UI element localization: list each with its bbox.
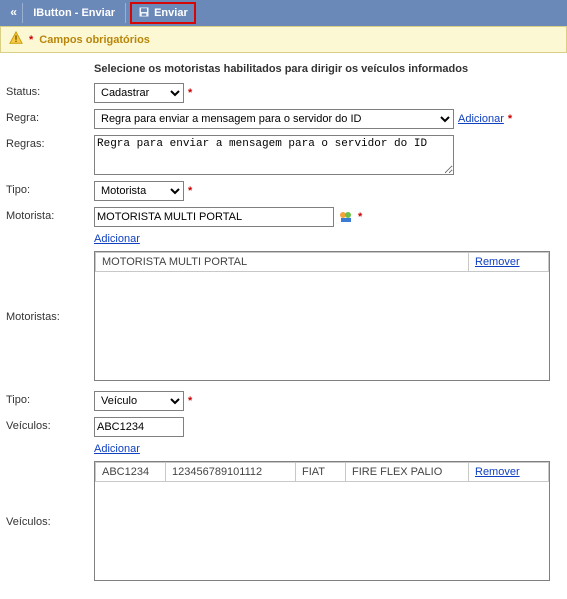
veiculos-listbox: ABC1234 123456789101112 FIAT FIRE FLEX P… [94, 461, 550, 581]
motoristas-list-label: Motoristas: [6, 251, 94, 323]
tipo2-select[interactable]: Veículo [94, 391, 184, 411]
veiculos-list-label: Veículos: [6, 461, 94, 528]
motorista-name-cell: MOTORISTA MULTI PORTAL [96, 253, 469, 272]
required-marker: * [188, 395, 192, 407]
required-asterisk: * [29, 34, 33, 46]
tipo1-select[interactable]: Motorista [94, 181, 184, 201]
required-text: Campos obrigatórios [39, 34, 150, 46]
veiculos-input[interactable] [94, 417, 184, 437]
motorista-add-link[interactable]: Adicionar [94, 233, 561, 245]
required-marker: * [358, 211, 362, 223]
veiculo-code-cell: 123456789101112 [166, 463, 296, 482]
table-row: ABC1234 123456789101112 FIAT FIRE FLEX P… [96, 463, 549, 482]
status-label: Status: [6, 83, 94, 98]
required-marker: * [188, 185, 192, 197]
veiculo-model-cell: FIRE FLEX PALIO [346, 463, 469, 482]
remove-link[interactable]: Remover [475, 466, 520, 478]
motoristas-listbox: MOTORISTA MULTI PORTAL Remover [94, 251, 550, 381]
veiculos-input-label: Veículos: [6, 417, 94, 432]
lookup-icon[interactable] [338, 209, 354, 225]
tipo1-label: Tipo: [6, 181, 94, 196]
toolbar-title: IButton - Enviar [27, 3, 126, 23]
veiculos-add-link[interactable]: Adicionar [94, 443, 561, 455]
table-row: MOTORISTA MULTI PORTAL Remover [96, 253, 549, 272]
warning-icon [9, 31, 23, 48]
required-fields-bar: * Campos obrigatórios [0, 26, 567, 53]
remove-link[interactable]: Remover [475, 256, 520, 268]
required-marker: * [188, 87, 192, 99]
required-marker: * [508, 113, 512, 125]
form: Selecione os motoristas habilitados para… [0, 53, 567, 599]
toolbar: « IButton - Enviar Enviar [0, 0, 567, 26]
send-button[interactable]: Enviar [130, 2, 196, 24]
motorista-input[interactable] [94, 207, 334, 227]
back-button[interactable]: « [4, 3, 23, 23]
save-icon [138, 6, 150, 21]
regra-add-link[interactable]: Adicionar [458, 113, 504, 125]
status-select[interactable]: Cadastrar [94, 83, 184, 103]
regras-label: Regras: [6, 135, 94, 150]
regra-select[interactable]: Regra para enviar a mensagem para o serv… [94, 109, 454, 129]
send-button-label: Enviar [154, 7, 188, 19]
instruction-text: Selecione os motoristas habilitados para… [94, 63, 561, 75]
veiculo-plate-cell: ABC1234 [96, 463, 166, 482]
regra-label: Regra: [6, 109, 94, 124]
motorista-label: Motorista: [6, 207, 94, 222]
regras-textarea[interactable] [94, 135, 454, 175]
tipo2-label: Tipo: [6, 391, 94, 406]
veiculo-make-cell: FIAT [296, 463, 346, 482]
